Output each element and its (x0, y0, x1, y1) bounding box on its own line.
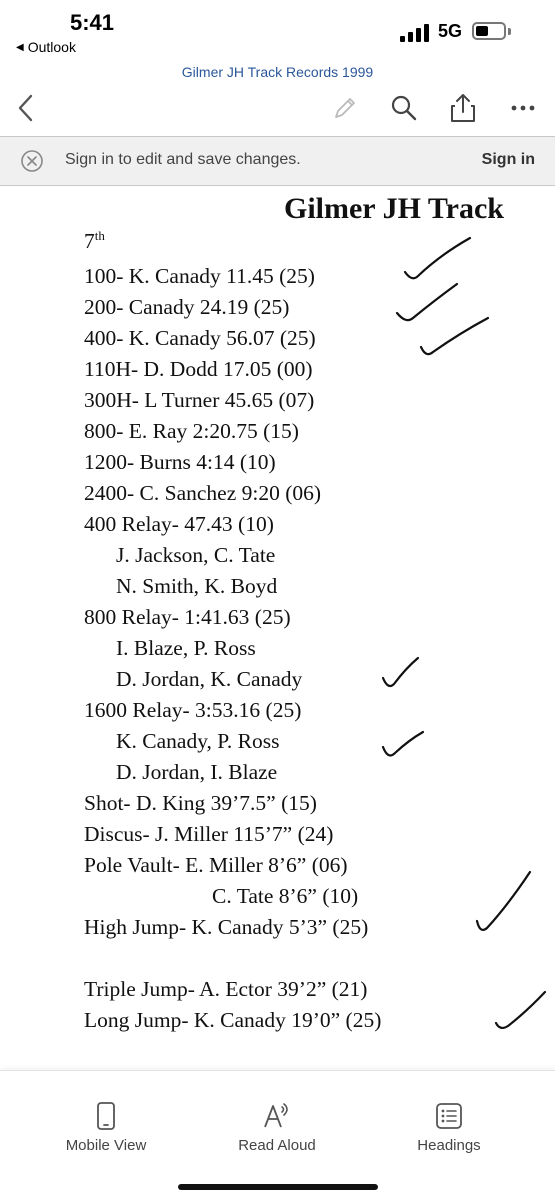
record-line: 100- K. Canady 11.45 (25) (84, 264, 315, 288)
record-line: 400- K. Canady 56.07 (25) (84, 326, 316, 350)
back-triangle-icon: ◀ (16, 41, 24, 53)
home-indicator[interactable] (178, 1184, 378, 1190)
pen-icon (335, 98, 355, 118)
record-line: 800- E. Ray 2:20.75 (15) (84, 419, 299, 443)
record-line: 300H- L Turner 45.65 (07) (84, 388, 315, 412)
headings-button[interactable]: Headings (369, 1101, 529, 1155)
infobar-message: Sign in to edit and save changes. (65, 151, 301, 168)
more-button[interactable] (505, 90, 541, 126)
record-line: 1600 Relay- 3:53.16 (25) (84, 698, 302, 722)
record-line: Discus- J. Miller 115’7” (24) (84, 822, 334, 846)
back-chevron-icon (18, 94, 33, 122)
record-line: 400 Relay- 47.43 (10) (84, 512, 274, 536)
bottom-toolbar: Mobile View Read Aloud Headings (0, 1070, 555, 1201)
grade-label: 7th (84, 228, 105, 254)
close-circle-icon[interactable] (20, 149, 44, 173)
read-aloud-icon (264, 1103, 288, 1128)
relay-members-line: J. Jackson, C. Tate (116, 543, 276, 567)
relay-members-line: I. Blaze, P. Ross (116, 636, 256, 660)
share-icon (451, 94, 475, 122)
status-bar: 5:41 ◀ Outlook 5G (0, 0, 555, 62)
record-line: C. Tate 8’6” (10) (212, 884, 359, 908)
document-heading: Gilmer JH Track (284, 192, 504, 225)
back-to-app-link[interactable]: ◀ Outlook (16, 39, 76, 55)
headings-label: Headings (417, 1137, 481, 1154)
phone-icon (97, 1102, 115, 1130)
battery-tip (508, 28, 511, 35)
record-line: 800 Relay- 1:41.63 (25) (84, 605, 291, 629)
headings-list-icon (436, 1103, 462, 1129)
document-title: Gilmer JH Track Records 1999 (181, 64, 374, 80)
record-line: 110H- D. Dodd 17.05 (00) (84, 357, 313, 381)
record-line: Shot- D. King 39’7.5” (15) (84, 791, 317, 815)
edit-button[interactable] (327, 90, 363, 126)
clock: 5:41 (70, 10, 115, 35)
cell-signal-icon (400, 24, 429, 42)
relay-members-line: K. Canady, P. Ross (116, 729, 280, 753)
mobile-view-button[interactable]: Mobile View (26, 1101, 186, 1155)
back-app-label: Outlook (27, 39, 76, 55)
search-icon (391, 95, 417, 121)
toolbar (0, 86, 555, 130)
relay-members-line: D. Jordan, I. Blaze (116, 760, 278, 784)
record-line: Long Jump- K. Canady 19’0” (25) (84, 1008, 382, 1032)
relay-members-line: D. Jordan, K. Canady (116, 667, 303, 691)
record-line: 2400- C. Sanchez 9:20 (06) (84, 481, 322, 505)
record-line: 200- Canady 24.19 (25) (84, 295, 290, 319)
record-line: Pole Vault- E. Miller 8’6” (06) (84, 853, 348, 877)
more-icon (511, 105, 535, 111)
network-type: 5G (438, 21, 463, 41)
battery-icon (472, 22, 506, 40)
read-aloud-label: Read Aloud (238, 1137, 316, 1154)
record-line: Triple Jump- A. Ector 39’2” (21) (84, 977, 368, 1001)
relay-members-line: N. Smith, K. Boyd (116, 574, 278, 598)
sign-in-infobar: Sign in to edit and save changes. Sign i… (0, 136, 555, 186)
search-button[interactable] (386, 90, 422, 126)
sign-in-button[interactable]: Sign in (482, 151, 535, 169)
mobile-view-label: Mobile View (65, 1137, 147, 1154)
back-button[interactable] (8, 90, 44, 126)
record-line: 1200- Burns 4:14 (10) (84, 450, 276, 474)
record-line: High Jump- K. Canady 5’3” (25) (84, 915, 369, 939)
document-body: Gilmer JH Track 7th 100- K. Canady 11.45… (0, 190, 555, 1070)
read-aloud-button[interactable]: Read Aloud (197, 1101, 357, 1155)
share-button[interactable] (445, 90, 481, 126)
